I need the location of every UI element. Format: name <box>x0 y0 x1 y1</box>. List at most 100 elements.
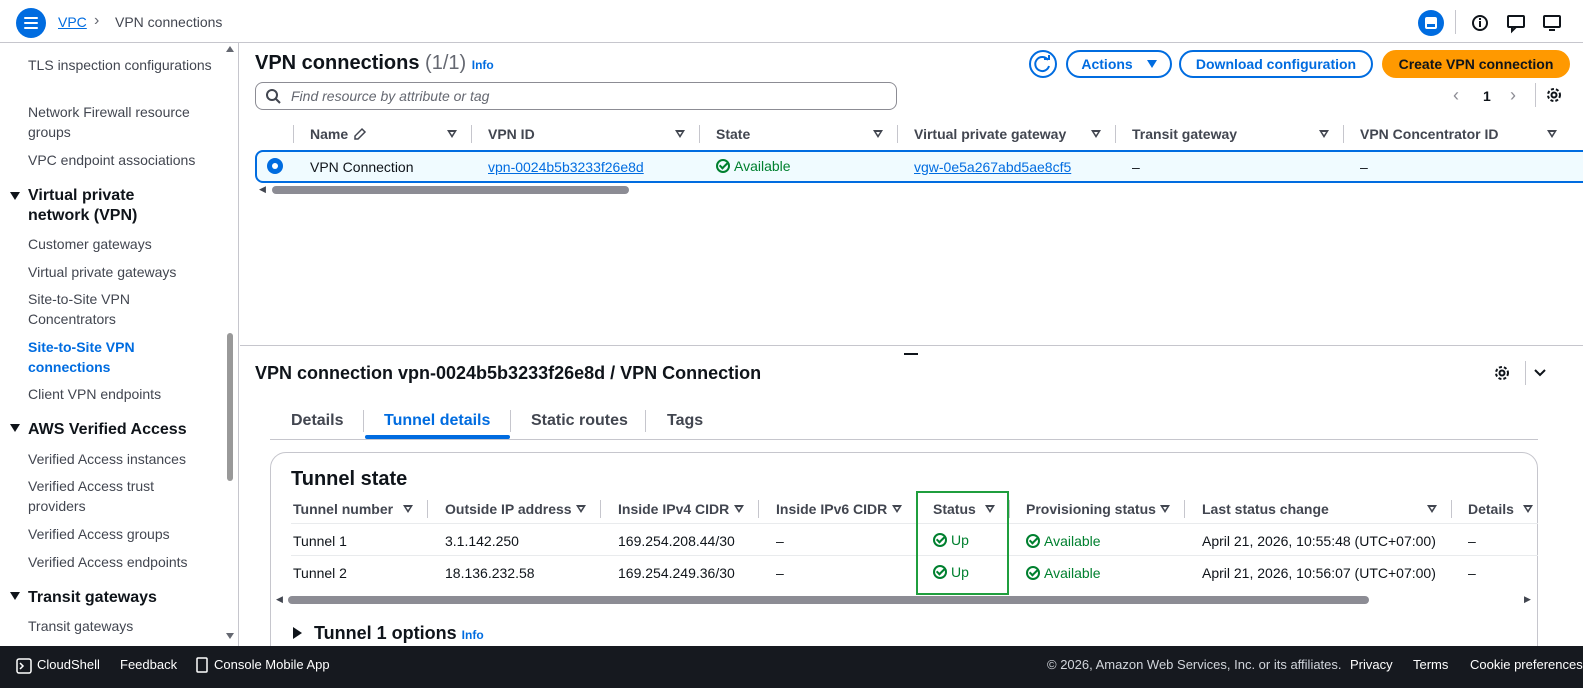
details-title: VPN connection vpn-0024b5b3233f26e8d / V… <box>255 363 762 383</box>
column-header-transit-gateway[interactable]: Transit gateway <box>1132 126 1237 142</box>
copyright: © 2026, Amazon Web Services, Inc. or its… <box>1047 657 1342 672</box>
tunnel-state-container <box>270 452 1538 646</box>
tab-details[interactable]: Details <box>291 412 343 430</box>
sidebar-item-customer-gateways[interactable]: Customer gateways <box>28 234 213 254</box>
console-mobile-app-link[interactable]: Console Mobile App <box>214 657 330 672</box>
sort-icon[interactable] <box>1523 505 1533 513</box>
column-header-inside-ipv4[interactable]: Inside IPv4 CIDR <box>618 501 729 517</box>
previous-page-icon[interactable]: ‹ <box>1453 85 1459 106</box>
sort-icon[interactable] <box>403 505 413 513</box>
column-header-tunnel-number[interactable]: Tunnel number <box>293 501 393 517</box>
cell-vpn-id-link[interactable]: vpn-0024b5b3233f26e8d <box>488 159 644 175</box>
sort-icon[interactable] <box>892 505 902 513</box>
sidebar-item-vpn-connections[interactable]: Site-to-Site VPN connections <box>28 337 148 377</box>
sidebar-scrollbar[interactable] <box>227 333 233 481</box>
scroll-down-icon[interactable] <box>226 633 234 639</box>
scroll-left-icon[interactable]: ◀ <box>259 184 266 195</box>
sort-icon[interactable] <box>734 505 744 513</box>
cell-provisioning-status: Available <box>1026 533 1101 549</box>
column-header-vpn-concentrator-id[interactable]: VPN Concentrator ID <box>1360 126 1498 142</box>
sort-icon[interactable] <box>1427 505 1437 513</box>
chevron-down-icon[interactable] <box>1532 365 1548 381</box>
cell-state: Available <box>716 158 791 174</box>
table-row[interactable]: VPN Connection vpn-0024b5b3233f26e8d Ava… <box>255 150 1583 183</box>
scroll-left-icon[interactable]: ◀ <box>276 594 283 605</box>
cell-inside-ipv6: – <box>776 565 784 581</box>
sort-icon[interactable] <box>1160 505 1170 513</box>
sidebar-item-tls-inspection[interactable]: TLS inspection configurations <box>28 55 213 75</box>
sidebar-item-firewall-resource-groups[interactable]: Network Firewall resource groups <box>28 102 213 142</box>
status-highlight-box <box>916 491 1009 595</box>
chevron-right-icon: › <box>94 12 100 29</box>
footer: CloudShell Feedback Console Mobile App ©… <box>0 646 1583 688</box>
table-horizontal-scrollbar[interactable] <box>272 186 629 194</box>
info-icon[interactable] <box>1467 10 1493 36</box>
sort-icon[interactable] <box>1319 130 1329 138</box>
sidebar-item-vpc-endpoint-associations[interactable]: VPC endpoint associations <box>28 150 213 170</box>
next-page-icon[interactable]: › <box>1510 85 1516 106</box>
feedback-icon[interactable] <box>1503 10 1529 36</box>
sort-icon[interactable] <box>873 130 883 138</box>
sidebar-section-vpn[interactable]: Virtual private network (VPN) <box>10 186 210 226</box>
info-link[interactable]: Info <box>472 58 494 72</box>
sidebar-item-verified-access-groups[interactable]: Verified Access groups <box>28 524 213 544</box>
page-number[interactable]: 1 <box>1483 88 1491 104</box>
sort-icon[interactable] <box>675 130 685 138</box>
menu-icon[interactable] <box>16 8 46 38</box>
cell-tunnel-number: Tunnel 2 <box>293 565 347 581</box>
column-header-outside-ip[interactable]: Outside IP address <box>445 501 572 517</box>
sort-icon[interactable] <box>1091 130 1101 138</box>
column-header-inside-ipv6[interactable]: Inside IPv6 CIDR <box>776 501 887 517</box>
column-header-vpn-id[interactable]: VPN ID <box>488 126 535 142</box>
refresh-button[interactable] <box>1029 50 1057 78</box>
sidebar-section-verified-access[interactable]: AWS Verified Access <box>10 420 210 440</box>
sort-icon[interactable] <box>447 130 457 138</box>
caret-down-icon <box>10 592 20 600</box>
cookie-preferences-link[interactable]: Cookie preferences <box>1470 657 1583 672</box>
actions-button[interactable]: Actions <box>1066 50 1172 78</box>
sidebar-item-vpn-concentrators[interactable]: Site-to-Site VPN Concentrators <box>28 289 158 329</box>
sidebar-item-client-vpn-endpoints[interactable]: Client VPN endpoints <box>28 384 213 404</box>
download-configuration-button[interactable]: Download configuration <box>1179 50 1373 78</box>
tab-tags[interactable]: Tags <box>667 412 703 430</box>
privacy-link[interactable]: Privacy <box>1350 657 1393 672</box>
tunnel-1-options-expander[interactable]: Tunnel 1 options Info <box>293 623 484 644</box>
sidebar-item-verified-access-endpoints[interactable]: Verified Access endpoints <box>28 552 213 572</box>
column-header-provisioning-status[interactable]: Provisioning status <box>1026 501 1156 517</box>
sidebar-section-transit-gateways[interactable]: Transit gateways <box>10 588 210 608</box>
breadcrumb-vpc[interactable]: VPC <box>58 14 87 30</box>
info-link[interactable]: Info <box>462 628 484 642</box>
sidebar-item-verified-access-instances[interactable]: Verified Access instances <box>28 449 213 469</box>
sort-icon[interactable] <box>576 505 586 513</box>
column-header-last-status-change[interactable]: Last status change <box>1202 501 1329 517</box>
create-vpn-connection-button[interactable]: Create VPN connection <box>1382 50 1570 78</box>
column-header-name[interactable]: Name <box>310 126 348 142</box>
tab-static-routes[interactable]: Static routes <box>531 412 628 430</box>
sidebar-item-transit-gateways[interactable]: Transit gateways <box>28 616 213 636</box>
search-input[interactable]: Find resource by attribute or tag <box>255 82 897 110</box>
feedback-link[interactable]: Feedback <box>120 657 177 672</box>
tab-tunnel-details[interactable]: Tunnel details <box>384 412 490 430</box>
search-icon <box>266 89 281 104</box>
drag-handle-icon[interactable] <box>904 353 918 355</box>
column-header-details[interactable]: Details <box>1468 501 1514 517</box>
preferences-icon[interactable] <box>1539 10 1565 36</box>
caret-down-icon <box>1146 60 1157 68</box>
scroll-up-icon[interactable] <box>226 46 234 52</box>
sidebar-item-virtual-private-gateways[interactable]: Virtual private gateways <box>28 262 213 282</box>
split-panel-icon[interactable] <box>1418 10 1444 36</box>
column-header-state[interactable]: State <box>716 126 750 142</box>
terms-link[interactable]: Terms <box>1413 657 1448 672</box>
caret-down-icon <box>10 192 20 200</box>
radio-selected[interactable] <box>267 158 283 174</box>
settings-icon[interactable] <box>1493 364 1511 382</box>
sidebar-item-verified-access-trust-providers[interactable]: Verified Access trust providers <box>28 476 168 516</box>
cell-vgw-link[interactable]: vgw-0e5a267abd5ae8cf5 <box>914 159 1071 175</box>
scroll-right-icon[interactable]: ▶ <box>1524 594 1531 605</box>
settings-icon[interactable] <box>1545 86 1563 104</box>
tunnel-table-scrollbar[interactable] <box>288 596 1369 604</box>
sort-icon[interactable] <box>1547 130 1557 138</box>
split-panel-divider[interactable] <box>240 345 1583 346</box>
column-header-virtual-private-gateway[interactable]: Virtual private gateway <box>914 126 1066 142</box>
cloudshell-link[interactable]: CloudShell <box>37 657 100 672</box>
